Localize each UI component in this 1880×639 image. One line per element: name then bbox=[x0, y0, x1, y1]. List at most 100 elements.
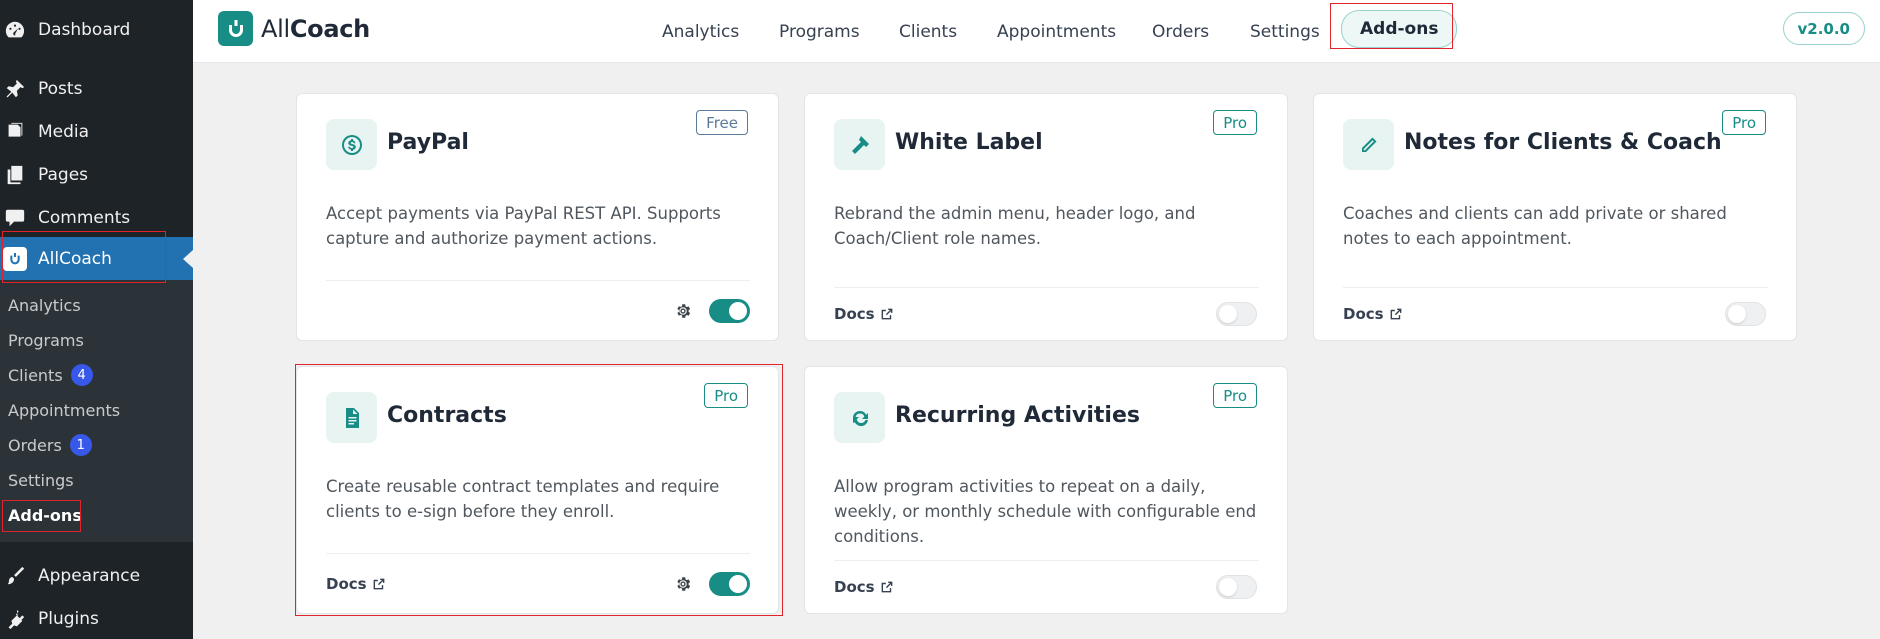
docs-link[interactable]: Docs bbox=[834, 305, 894, 323]
gear-icon[interactable] bbox=[674, 302, 694, 322]
nav-orders[interactable]: Orders bbox=[1152, 15, 1209, 49]
addon-title: Recurring Activities bbox=[895, 403, 1140, 428]
addon-enable-toggle[interactable] bbox=[1216, 575, 1257, 599]
appearance-icon bbox=[3, 564, 27, 588]
wp-menu-label: Posts bbox=[38, 78, 83, 99]
docs-link-label: Docs bbox=[834, 305, 875, 323]
addon-card-notes: Notes for Clients & Coach Pro Coaches an… bbox=[1313, 93, 1797, 341]
wp-submenu-label: Add-ons bbox=[8, 505, 82, 525]
media-icon bbox=[3, 120, 27, 144]
wp-submenu-analytics[interactable]: Analytics bbox=[8, 290, 81, 320]
document-icon bbox=[326, 392, 377, 443]
plan-badge: Pro bbox=[1213, 383, 1257, 408]
toggle-knob bbox=[1219, 578, 1237, 596]
external-link-icon bbox=[881, 308, 892, 320]
nav-settings[interactable]: Settings bbox=[1250, 15, 1320, 49]
version-badge: v2.0.0 bbox=[1782, 12, 1865, 45]
external-link-icon bbox=[373, 578, 384, 590]
docs-link[interactable]: Docs bbox=[326, 575, 386, 593]
docs-link-label: Docs bbox=[326, 575, 367, 593]
pushpin-icon bbox=[3, 77, 27, 101]
addon-description: Create reusable contract templates and r… bbox=[326, 477, 720, 521]
refresh-icon bbox=[834, 392, 885, 443]
wp-menu-label: Pages bbox=[38, 164, 89, 185]
wp-submenu-programs[interactable]: Programs bbox=[8, 325, 84, 355]
wp-admin-sidebar: Dashboard Posts Media Pages Comments All… bbox=[0, 0, 193, 639]
addon-card-contracts: Contracts Pro Create reusable contract t… bbox=[296, 366, 779, 614]
plan-badge: Pro bbox=[1722, 110, 1766, 135]
plugin-header: AllCoach Analytics Programs Clients Appo… bbox=[193, 0, 1880, 63]
wp-menu-posts[interactable]: Posts bbox=[0, 67, 193, 110]
nav-clients[interactable]: Clients bbox=[899, 15, 957, 49]
external-link-icon bbox=[881, 581, 892, 593]
wp-submenu-allcoach: Analytics Programs Clients 4 Appointments… bbox=[0, 280, 193, 542]
toggle-knob bbox=[1219, 305, 1237, 323]
toggle-knob bbox=[729, 575, 747, 593]
nav-addons[interactable]: Add-ons bbox=[1341, 10, 1458, 48]
wp-submenu-label: Analytics bbox=[8, 295, 81, 315]
addon-card-paypal: PayPal Free Accept payments via PayPal R… bbox=[296, 93, 779, 341]
plugins-icon bbox=[3, 607, 27, 631]
addon-description: Rebrand the admin menu, header logo, and… bbox=[834, 204, 1196, 248]
plan-badge: Free bbox=[696, 110, 748, 135]
wp-menu-label: AllCoach bbox=[38, 248, 112, 269]
addon-description: Allow program activities to repeat on a … bbox=[834, 477, 1257, 546]
card-divider bbox=[1343, 287, 1768, 288]
clients-count-badge: 4 bbox=[70, 364, 93, 386]
comments-icon bbox=[3, 206, 27, 230]
wp-menu-appearance[interactable]: Appearance bbox=[0, 554, 193, 597]
pages-icon bbox=[3, 163, 27, 187]
wp-menu-label: Appearance bbox=[38, 565, 141, 586]
wp-submenu-label: Programs bbox=[8, 330, 84, 350]
addon-title: White Label bbox=[895, 130, 1043, 155]
top-nav: Analytics Programs Clients Appointments … bbox=[193, 0, 1880, 63]
addon-title: Contracts bbox=[387, 403, 507, 428]
docs-link[interactable]: Docs bbox=[834, 578, 894, 596]
addon-description: Accept payments via PayPal REST API. Sup… bbox=[326, 204, 721, 248]
plan-badge: Pro bbox=[1213, 110, 1257, 135]
docs-link[interactable]: Docs bbox=[1343, 305, 1403, 323]
toggle-knob bbox=[1728, 305, 1746, 323]
toggle-knob bbox=[729, 302, 747, 320]
wp-menu-label: Dashboard bbox=[38, 19, 131, 40]
hammer-icon bbox=[834, 119, 885, 170]
addon-description: Coaches and clients can add private or s… bbox=[1343, 204, 1727, 248]
card-divider bbox=[326, 553, 750, 554]
addon-enable-toggle[interactable] bbox=[709, 299, 750, 323]
wp-menu-label: Plugins bbox=[38, 608, 99, 629]
nav-analytics[interactable]: Analytics bbox=[662, 15, 739, 49]
wp-menu-media[interactable]: Media bbox=[0, 110, 193, 153]
dollar-circle-icon bbox=[326, 119, 377, 170]
addon-title: PayPal bbox=[387, 130, 469, 155]
wp-submenu-label: Clients bbox=[8, 365, 63, 385]
wp-menu-allcoach[interactable]: AllCoach bbox=[0, 237, 193, 280]
external-link-icon bbox=[1390, 308, 1401, 320]
addon-enable-toggle[interactable] bbox=[1216, 302, 1257, 326]
docs-link-label: Docs bbox=[1343, 305, 1384, 323]
docs-link-label: Docs bbox=[834, 578, 875, 596]
plan-badge: Pro bbox=[704, 383, 748, 408]
wp-menu-label: Media bbox=[38, 121, 90, 142]
wp-submenu-appointments[interactable]: Appointments bbox=[8, 395, 120, 425]
dashboard-icon bbox=[3, 18, 27, 42]
gear-icon[interactable] bbox=[674, 575, 694, 595]
wp-menu-comments[interactable]: Comments bbox=[0, 196, 193, 239]
nav-appointments[interactable]: Appointments bbox=[997, 15, 1116, 49]
allcoach-icon bbox=[3, 246, 27, 271]
card-divider bbox=[834, 287, 1259, 288]
wp-submenu-addons[interactable]: Add-ons bbox=[8, 500, 82, 530]
wp-menu-dashboard[interactable]: Dashboard bbox=[0, 8, 193, 51]
wp-menu-pages[interactable]: Pages bbox=[0, 153, 193, 196]
addon-card-white-label: White Label Pro Rebrand the admin menu, … bbox=[804, 93, 1288, 341]
nav-programs[interactable]: Programs bbox=[779, 15, 860, 49]
wp-submenu-orders[interactable]: Orders 1 bbox=[8, 430, 92, 460]
addon-enable-toggle[interactable] bbox=[709, 572, 750, 596]
wp-submenu-settings[interactable]: Settings bbox=[8, 465, 74, 495]
card-divider bbox=[834, 560, 1259, 561]
wp-submenu-clients[interactable]: Clients 4 bbox=[8, 360, 93, 390]
orders-count-badge: 1 bbox=[69, 434, 92, 456]
wp-submenu-label: Appointments bbox=[8, 400, 121, 420]
addon-enable-toggle[interactable] bbox=[1725, 302, 1766, 326]
wp-submenu-label: Orders bbox=[8, 435, 62, 455]
wp-menu-plugins[interactable]: Plugins bbox=[0, 597, 193, 639]
